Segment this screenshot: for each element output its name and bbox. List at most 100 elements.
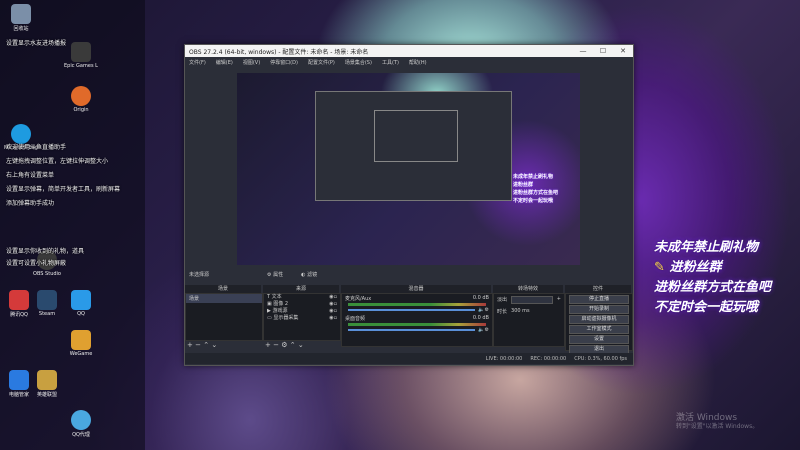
edge-icon: [11, 124, 31, 144]
obs-titlebar[interactable]: OBS 27.2.4 (64-bit, windows) - 配置文件: 未命名…: [185, 45, 633, 57]
source-toolbar: 未选择源 ⚙ 属性 ◐ 滤镜: [185, 269, 637, 279]
volume-slider[interactable]: [348, 309, 476, 311]
desktop-text-5: 添加弹幕助手成功: [6, 200, 55, 207]
steam-icon: [37, 290, 57, 310]
volume-meter: [348, 323, 486, 326]
desktop-text-7: 设置可设置小礼物屏蔽: [6, 260, 67, 267]
down-icon[interactable]: ⌄: [211, 341, 217, 349]
duration-value[interactable]: 300 ms: [511, 308, 530, 315]
desktop-text-0: 设置显示水友进场播报: [6, 40, 67, 47]
lock-icon[interactable]: ▫: [334, 308, 337, 315]
transition-duration[interactable]: 时长 300 ms: [494, 306, 564, 317]
transition-type[interactable]: 淡出 +: [494, 294, 564, 306]
obs-statusbar: LIVE: 00:00:00 REC: 00:00:00 CPU: 0.3%, …: [185, 353, 633, 364]
epic-games-icon: [71, 42, 91, 62]
track-name: 桌面音频: [345, 316, 366, 322]
no-source-selected-label: 未选择源: [189, 271, 210, 278]
transitions-panel: 淡出 + 时长 300 ms: [493, 293, 565, 347]
desktop-icon-epic[interactable]: Epic Games Launcher: [64, 42, 98, 69]
menu-docks[interactable]: 停靠窗口(D): [270, 59, 298, 66]
down-icon[interactable]: ⌄: [298, 341, 304, 349]
promo-line-2-text: 进粉丝群: [669, 260, 722, 275]
menu-help[interactable]: 帮助(H): [409, 59, 427, 66]
obs-window[interactable]: OBS 27.2.4 (64-bit, windows) - 配置文件: 未命名…: [184, 44, 634, 366]
maximize-icon[interactable]: ☐: [593, 47, 613, 55]
lock-icon[interactable]: ▫: [334, 315, 337, 322]
start-virtual-camera-button[interactable]: 启动虚拟摄像机: [569, 315, 629, 324]
menu-view[interactable]: 视图(V): [243, 59, 260, 66]
gear-icon: ⚙: [267, 271, 272, 278]
mixer-track: 麦克风/Aux 0.0 dB 🔈 ⚙: [342, 294, 492, 314]
desktop-icon-tencent-qq[interactable]: 腾讯QQ: [2, 290, 36, 318]
preview-nested-obs: [315, 91, 512, 201]
qq-icon: [71, 290, 91, 310]
promo-line-4: 不定时会一起玩哦: [654, 300, 759, 315]
live-status: LIVE: 00:00:00: [485, 355, 523, 362]
track-level: 0.0 dB: [472, 295, 489, 301]
qq-proxy-icon: [71, 410, 91, 430]
source-row[interactable]: ▭ 显示器采集 ◉ ▫: [264, 315, 340, 322]
origin-icon: [71, 86, 91, 106]
track-level: 0.0 dB: [472, 315, 489, 321]
mixer-panel: 麦克风/Aux 0.0 dB 🔈 ⚙ 桌面音频 0.0 dB 🔈 ⚙: [341, 293, 493, 347]
sources-footer: + − ⚙ ⌃ ⌄: [263, 341, 341, 349]
up-icon[interactable]: ⌃: [290, 341, 296, 349]
rec-status: REC: 00:00:00: [530, 355, 567, 362]
remove-icon[interactable]: −: [273, 341, 279, 349]
start-recording-button[interactable]: 开始录制: [569, 305, 629, 314]
menu-file[interactable]: 文件(F): [189, 59, 206, 66]
promo-line-3: 进粉丝群方式在鱼吧: [654, 280, 772, 295]
properties-button[interactable]: ⚙ 属性: [267, 271, 283, 278]
desktop-icon-qq-proxy[interactable]: QQ代理: [64, 410, 98, 438]
sources-list[interactable]: T 文本 ◉ ▫ ▣ 图像 2 ◉ ▫ ▶ 游戏源 ◉ ▫ ▭ 显示器采集 ◉ ▫: [263, 293, 341, 341]
scene-item[interactable]: 场景: [186, 294, 262, 303]
add-icon[interactable]: +: [187, 341, 193, 349]
promo-line-1: 未成年禁止刷礼物: [654, 240, 759, 255]
gear-icon[interactable]: ⚙: [485, 307, 489, 313]
menu-profile[interactable]: 配置文件(P): [308, 59, 335, 66]
desktop-icon-recycle-bin[interactable]: 回收站: [4, 4, 38, 32]
desktop-icon-qq[interactable]: QQ: [64, 290, 98, 317]
minimize-icon[interactable]: —: [573, 47, 593, 55]
desktop-icon-origin[interactable]: Origin: [64, 86, 98, 113]
add-icon[interactable]: +: [557, 296, 561, 304]
settings-button[interactable]: 设置: [569, 335, 629, 344]
filters-button[interactable]: ◐ 滤镜: [301, 271, 317, 278]
lock-icon[interactable]: ▫: [334, 294, 337, 301]
transitions-dock-header: 转场特效: [493, 285, 563, 293]
stop-streaming-button[interactable]: 停止直播: [569, 295, 629, 304]
close-icon[interactable]: ✕: [613, 47, 633, 55]
promo-line-2: ✎ 进粉丝群: [654, 256, 721, 275]
windows-activation-subtext: 转到"设置"以激活 Windows。: [676, 423, 759, 430]
obs-title: OBS 27.2.4 (64-bit, windows) - 配置文件: 未命名…: [189, 48, 369, 56]
scenes-footer: + − ⌃ ⌄: [185, 341, 263, 349]
controls-dock-header: 控件: [565, 285, 631, 293]
preview-promo-text: 未成年禁止刷礼物 进粉丝群 进粉丝群方式在鱼吧 不定时会一起玩哦: [513, 174, 559, 204]
lol-icon: [37, 370, 57, 390]
source-row[interactable]: ▶ 游戏源 ◉ ▫: [264, 308, 340, 315]
desktop-text-2: 左键拖拽调整位置，左键拉伸调整大小: [6, 158, 109, 165]
desktop-icon-lol[interactable]: 英雄联盟: [30, 370, 64, 398]
track-name: 麦克风/Aux: [345, 296, 372, 302]
remove-icon[interactable]: −: [195, 341, 201, 349]
gear-icon[interactable]: ⚙: [281, 341, 287, 349]
transition-select[interactable]: [511, 296, 553, 304]
menu-tools[interactable]: 工具(T): [382, 59, 399, 66]
obs-preview[interactable]: 未成年禁止刷礼物 进粉丝群 进粉丝群方式在鱼吧 不定时会一起玩哦: [237, 73, 580, 265]
add-icon[interactable]: +: [265, 341, 271, 349]
menu-edit[interactable]: 编辑(E): [216, 59, 233, 66]
desktop-icon-wegame[interactable]: WeGame: [64, 330, 98, 357]
scenes-list[interactable]: 场景: [185, 293, 263, 341]
studio-mode-button[interactable]: 工作室模式: [569, 325, 629, 334]
preview-nested-obs-2: [374, 110, 458, 162]
up-icon[interactable]: ⌃: [203, 341, 209, 349]
volume-slider[interactable]: [348, 329, 476, 331]
lock-icon[interactable]: ▫: [334, 301, 337, 308]
source-row[interactable]: ▣ 图像 2 ◉ ▫: [264, 301, 340, 308]
desktop-text-6: 设置显示你收到的礼物，道具: [6, 248, 85, 255]
menu-scene-collection[interactable]: 场景集合(S): [345, 59, 372, 66]
obs-menubar: 文件(F) 编辑(E) 视图(V) 停靠窗口(D) 配置文件(P) 场景集合(S…: [185, 57, 633, 67]
shield-icon: [9, 370, 29, 390]
gear-icon[interactable]: ⚙: [485, 327, 489, 333]
source-row[interactable]: T 文本 ◉ ▫: [264, 294, 340, 301]
